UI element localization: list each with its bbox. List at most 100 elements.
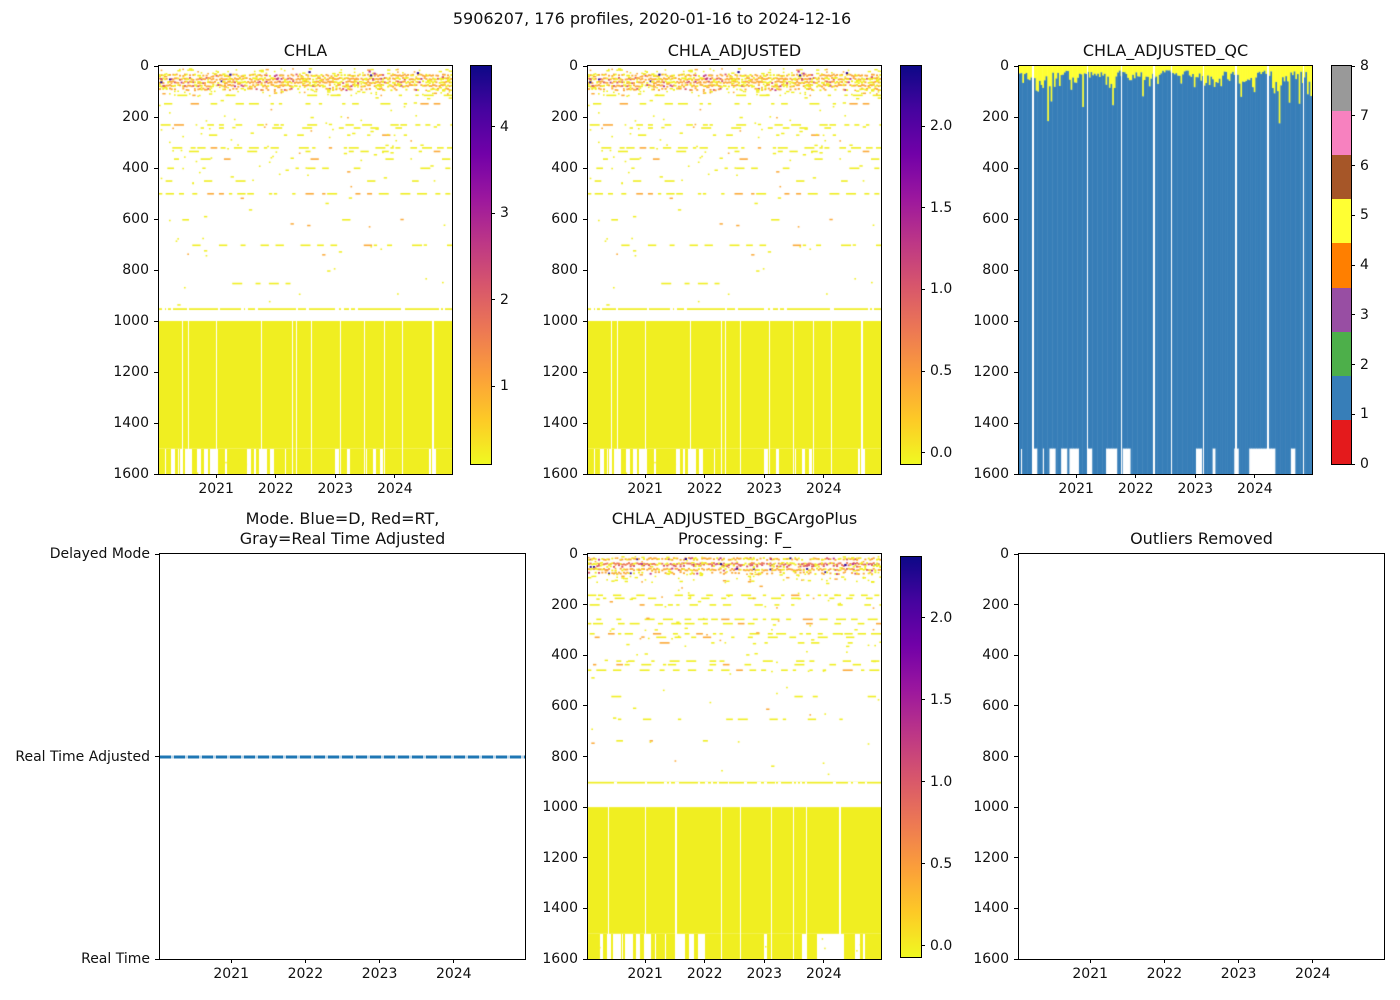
y-tick	[583, 705, 587, 706]
x-tick	[645, 474, 646, 478]
y-tick	[1014, 705, 1018, 706]
y-tick	[583, 857, 587, 858]
y-tick	[154, 117, 158, 118]
y-tick-label: 600	[951, 212, 1009, 227]
y-tick-label: 800	[951, 750, 1009, 765]
colorbar-tick-label: 8	[1360, 59, 1400, 74]
colorbar-tick-label: 1.0	[930, 282, 974, 297]
x-tick	[1076, 474, 1077, 478]
colorbar-segment	[1332, 331, 1351, 376]
colorbar-qc: 012345678	[1331, 65, 1352, 465]
colorbar-tick-label: 2	[500, 293, 544, 308]
y-tick-label: 400	[520, 648, 578, 663]
y-tick	[583, 908, 587, 909]
y-tick-label: Real Time Adjusted	[0, 750, 150, 765]
y-tick	[583, 423, 587, 424]
colorbar-tick	[1351, 364, 1355, 365]
axes-mode: Mode. Blue=D, Red=RT, Gray=Real Time Adj…	[159, 553, 526, 960]
x-tick-label: 2021	[1055, 967, 1125, 982]
y-tick	[154, 474, 158, 475]
colorbar-tick	[491, 213, 495, 214]
y-tick-label: 1600	[91, 467, 149, 482]
colorbar-chla-adjusted: 0.00.51.01.52.0	[900, 65, 922, 465]
colorbar-tick	[491, 126, 495, 127]
y-tick-label: 0	[520, 59, 578, 74]
y-tick	[1014, 655, 1018, 656]
colorbar-tick-label: 4	[1360, 258, 1400, 273]
x-tick	[823, 959, 824, 963]
x-tick	[1238, 959, 1239, 963]
y-tick-label: 1400	[951, 901, 1009, 916]
panel-title-bgcargoplus: CHLA_ADJUSTED_BGCArgoPlus Processing: F_	[528, 509, 941, 549]
colorbar-tick-label: 7	[1360, 109, 1400, 124]
colorbar-tick	[921, 617, 925, 618]
panel-title-chla-adjusted: CHLA_ADJUSTED	[528, 41, 941, 61]
colorbar-segment	[1332, 376, 1351, 421]
y-tick-label: Real Time	[0, 952, 150, 967]
y-tick-label: 1200	[520, 851, 578, 866]
y-tick-label: 1600	[520, 952, 578, 967]
colorbar-segment	[1332, 420, 1351, 465]
y-tick-label: 200	[951, 598, 1009, 613]
y-tick	[1014, 372, 1018, 373]
y-tick	[154, 423, 158, 424]
y-tick-label: 0	[951, 59, 1009, 74]
y-tick	[1014, 959, 1018, 960]
y-tick	[1014, 756, 1018, 757]
y-tick-label: 1600	[951, 467, 1009, 482]
y-tick-label: 0	[520, 547, 578, 562]
colorbar-tick	[1351, 215, 1355, 216]
y-tick	[583, 474, 587, 475]
y-tick	[583, 554, 587, 555]
y-tick-label: 1200	[520, 365, 578, 380]
colorbar-tick	[921, 371, 925, 372]
x-tick	[231, 959, 232, 963]
y-tick	[583, 321, 587, 322]
y-tick-label: 1000	[951, 314, 1009, 329]
colorbar-tick	[491, 386, 495, 387]
x-tick	[704, 474, 705, 478]
x-tick-label: 2021	[196, 967, 266, 982]
y-tick	[583, 168, 587, 169]
y-tick-label: 1400	[91, 416, 149, 431]
figure: 5906207, 176 profiles, 2020-01-16 to 202…	[0, 0, 1400, 1000]
y-tick	[1014, 807, 1018, 808]
colorbar-segment	[1332, 66, 1351, 111]
y-tick	[583, 372, 587, 373]
mode-line-real-time-adjusted	[160, 755, 525, 758]
y-tick	[1014, 168, 1018, 169]
y-tick	[155, 554, 159, 555]
y-tick	[154, 66, 158, 67]
colorbar-segment	[1332, 110, 1351, 155]
x-tick-label: 2024	[1220, 482, 1290, 497]
colorbar-tick-label: 1	[500, 379, 544, 394]
colorbar-tick	[1351, 414, 1355, 415]
x-tick-label: 2024	[419, 967, 489, 982]
y-tick	[154, 270, 158, 271]
x-tick-label: 2024	[789, 967, 859, 982]
heatmap-chla-adjusted-qc	[1019, 66, 1312, 474]
y-tick-label: 1400	[951, 416, 1009, 431]
axes-bgcargoplus: CHLA_ADJUSTED_BGCArgoPlus Processing: F_…	[587, 553, 882, 960]
x-tick	[1254, 474, 1255, 478]
colorbar-tick	[921, 289, 925, 290]
x-tick-label: 2024	[1278, 967, 1348, 982]
panel-title-chla-adjusted-qc: CHLA_ADJUSTED_QC	[959, 41, 1372, 61]
colorbar-tick	[1351, 464, 1355, 465]
x-tick	[645, 959, 646, 963]
y-tick-label: 1200	[951, 365, 1009, 380]
x-tick	[275, 474, 276, 478]
x-tick	[1195, 474, 1196, 478]
x-tick-label: 2024	[360, 482, 430, 497]
colorbar-segment	[1332, 287, 1351, 332]
x-tick	[453, 959, 454, 963]
colorbar-tick-label: 0.0	[930, 446, 974, 461]
colorbar-tick	[921, 452, 925, 453]
y-tick-label: 400	[91, 161, 149, 176]
colorbar-tick-label: 3	[1360, 308, 1400, 323]
x-tick	[764, 959, 765, 963]
y-tick-label: 600	[520, 212, 578, 227]
y-tick	[154, 168, 158, 169]
colorbar-tick-label: 5	[1360, 208, 1400, 223]
y-tick	[154, 372, 158, 373]
